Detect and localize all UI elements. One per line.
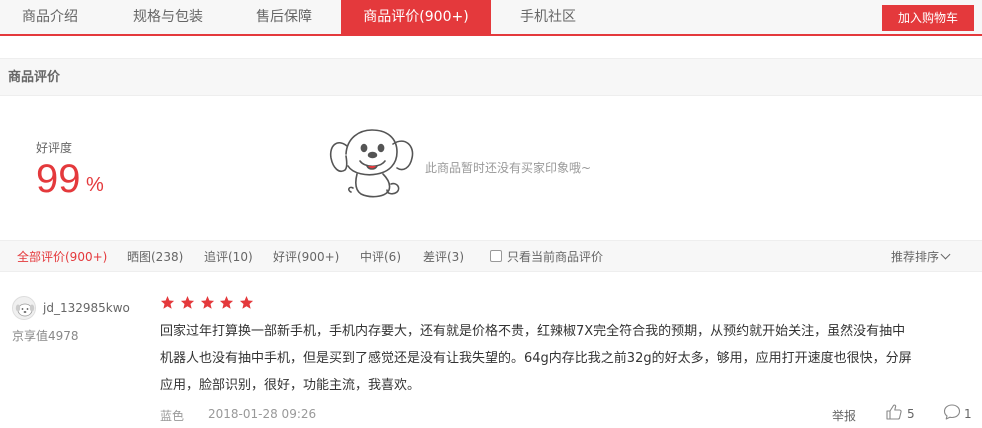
review-text-line: 机器人也没有抽中手机，但是买到了感觉还是没有让我失望的。64g内存比我之前32g…	[160, 351, 912, 366]
star-icon	[180, 295, 194, 309]
reviewer-username[interactable]: jd_132985kwo	[43, 301, 130, 315]
add-to-cart-button[interactable]: 加入购物车	[882, 5, 974, 31]
review-text-line: 应用，脸部识别，很好，功能主流，我喜欢。	[160, 378, 421, 393]
positive-rate-value: 99	[36, 157, 81, 201]
comment-bubble-icon	[943, 404, 961, 420]
star-icon	[200, 295, 214, 309]
filter-all-reviews[interactable]: 全部评价(900+)	[17, 241, 107, 273]
reviews-section-header: 商品评价	[0, 58, 982, 96]
jd-dog-mascot-icon	[329, 129, 414, 198]
empty-impressions-text: 此商品暂时还没有买家印象哦~	[425, 161, 592, 175]
reply-count: 1	[964, 407, 972, 421]
tab-specs-packaging[interactable]: 规格与包装	[112, 0, 224, 34]
reviewer-jd-value: 京享值4978	[12, 329, 79, 343]
review-date: 2018-01-28 09:26	[208, 407, 317, 421]
product-tab-bar: 商品介绍 规格与包装 售后保障 商品评价(900+) 手机社区 加入购物车	[0, 0, 982, 36]
review-filter-bar: 全部评价(900+) 晒图(238) 追评(10) 好评(900+) 中评(6)…	[0, 240, 982, 272]
report-link[interactable]: 举报	[832, 407, 856, 424]
review-text-line: 回家过年打算换一部新手机，手机内存要大，还有就是价格不贵，红辣椒7X完全符合我的…	[160, 324, 906, 339]
filter-photos[interactable]: 晒图(238)	[127, 241, 183, 273]
sort-label: 推荐排序	[891, 250, 940, 264]
current-product-only-label[interactable]: 只看当前商品评价	[507, 241, 603, 273]
product-color: 蓝色	[160, 409, 185, 423]
review-text: 回家过年打算换一部新手机，手机内存要大，还有就是价格不贵，红辣椒7X完全符合我的…	[160, 318, 972, 399]
positive-rate-unit: %	[86, 174, 104, 196]
filter-medium[interactable]: 中评(6)	[360, 241, 401, 273]
star-rating	[160, 295, 255, 311]
tab-after-sales[interactable]: 售后保障	[238, 0, 330, 34]
like-count: 5	[907, 407, 915, 421]
thumbs-up-icon	[886, 404, 902, 420]
default-avatar-icon	[13, 297, 35, 319]
section-title: 商品评价	[8, 70, 61, 85]
star-icon	[160, 295, 175, 309]
positive-rate-label: 好评度	[36, 141, 73, 155]
avatar[interactable]	[12, 296, 36, 320]
tab-reviews[interactable]: 商品评价(900+)	[341, 0, 491, 34]
sort-dropdown[interactable]: 推荐排序	[891, 241, 951, 273]
tab-product-intro[interactable]: 商品介绍	[0, 0, 100, 34]
star-icon	[240, 295, 254, 309]
filter-bad[interactable]: 差评(3)	[423, 241, 464, 273]
tab-phone-community[interactable]: 手机社区	[503, 0, 593, 34]
chevron-down-icon	[940, 249, 951, 260]
filter-followup[interactable]: 追评(10)	[204, 241, 253, 273]
current-product-only-checkbox[interactable]	[490, 250, 502, 262]
star-icon	[220, 295, 234, 309]
filter-good[interactable]: 好评(900+)	[273, 241, 339, 273]
